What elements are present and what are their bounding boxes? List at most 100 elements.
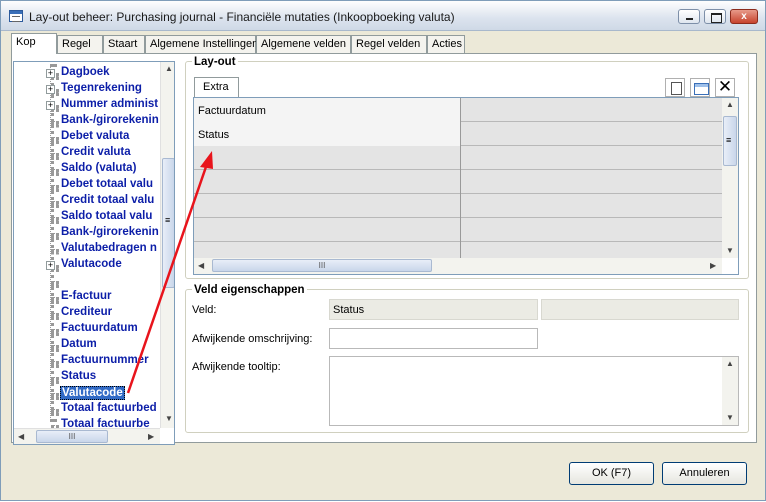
tree-item-label: Valutacode	[61, 258, 122, 270]
tree-line	[51, 233, 59, 237]
grip-icon: ≡	[165, 215, 171, 225]
scroll-down-icon[interactable]: ▼	[165, 414, 173, 423]
expand-icon[interactable]: +	[46, 69, 55, 78]
tree-item[interactable]: E-factuur	[14, 289, 160, 305]
tree-item-label: Nummer administ	[61, 98, 159, 110]
edit-layout-button[interactable]	[690, 78, 710, 97]
tree-line	[51, 121, 59, 125]
maximize-button[interactable]	[704, 9, 726, 24]
new-row-button[interactable]	[665, 78, 685, 97]
ok-button[interactable]: OK (F7)	[569, 462, 654, 485]
close-icon: x	[741, 11, 747, 22]
scroll-down-icon[interactable]: ▼	[726, 413, 734, 422]
tree-horizontal-scroll-thumb[interactable]: III	[36, 430, 108, 443]
tree-item[interactable]: + Dagboek	[14, 65, 160, 81]
grid-horizontal-scroll-thumb[interactable]: III	[212, 259, 432, 272]
tree-item[interactable]: Saldo (valuta)	[14, 161, 160, 177]
tree-item-label: E-factuur	[61, 290, 112, 302]
tab-extra[interactable]: Extra	[194, 77, 239, 97]
tree-line	[51, 153, 59, 157]
tab-regel[interactable]: Regel	[57, 35, 103, 53]
veld-label: Veld:	[192, 304, 217, 316]
grid-horizontal-scrollbar[interactable]: ◀ III ▶	[194, 258, 722, 274]
omschrijving-input[interactable]	[329, 328, 538, 349]
tree-item[interactable]: + Nummer administ	[14, 97, 160, 113]
minimize-button[interactable]	[678, 9, 700, 24]
tree-item[interactable]: Debet valuta	[14, 129, 160, 145]
grid-row[interactable]	[194, 194, 722, 218]
tree-item[interactable]: Valutacode	[14, 385, 160, 401]
field-tree[interactable]: + Dagboek + Tegenrekening + Nummer administ Ba…	[13, 61, 175, 445]
tree-item[interactable]: + Tegenrekening	[14, 81, 160, 97]
tab-staart[interactable]: Staart	[103, 35, 145, 53]
tree-line	[51, 329, 59, 333]
expand-icon[interactable]: +	[46, 101, 55, 110]
tab-algemene-velden[interactable]: Algemene velden	[256, 35, 351, 53]
tab-acties[interactable]: Acties	[427, 35, 465, 53]
tree-item-label: Factuurdatum	[61, 322, 138, 334]
scroll-up-icon[interactable]: ▲	[726, 100, 734, 109]
tree-item[interactable]: Datum	[14, 337, 160, 353]
grid-row[interactable]	[194, 218, 722, 242]
tree-line	[51, 361, 59, 365]
delete-row-button[interactable]: ✕	[715, 78, 735, 97]
grid-cell	[194, 146, 461, 170]
tree-item[interactable]: + Valutacode	[14, 257, 160, 273]
tree-item[interactable]: Bank-/girorekenin	[14, 225, 160, 241]
grid-row[interactable]	[194, 170, 722, 194]
scroll-right-icon[interactable]: ▶	[710, 261, 716, 270]
tree-line	[51, 217, 59, 221]
grid-row[interactable]: Factuurdatum	[194, 98, 722, 122]
scroll-up-icon[interactable]: ▲	[726, 359, 734, 368]
tree-line	[51, 185, 59, 189]
tree-item[interactable]: Totaal factuurbed	[14, 401, 160, 417]
tree-item[interactable]: Valutabedragen n	[14, 241, 160, 257]
tree-line	[51, 249, 59, 253]
tree-item[interactable]: Factuurdatum	[14, 321, 160, 337]
tree-item-label: Totaal factuurbed	[61, 402, 157, 414]
tree-item[interactable]: Credit totaal valu	[14, 193, 160, 209]
tab-kop[interactable]: Kop	[11, 33, 57, 54]
tree-item[interactable]: Status	[14, 369, 160, 385]
tree-item[interactable]: Bank-/girorekenin	[14, 113, 160, 129]
scroll-right-icon[interactable]: ▶	[148, 432, 154, 441]
tooltip-scrollbar[interactable]: ▲ ▼	[722, 357, 738, 425]
window-icon	[9, 10, 23, 22]
tree-vertical-scrollbar[interactable]: ▲ ≡ ▼	[160, 62, 174, 428]
tree-item-label: Credit totaal valu	[61, 194, 155, 206]
grid-row[interactable]: Status	[194, 122, 722, 146]
tree-horizontal-scrollbar[interactable]: ◀ III ▶	[14, 428, 160, 444]
scroll-down-icon[interactable]: ▼	[726, 246, 734, 255]
close-button[interactable]: x	[730, 9, 758, 24]
tooltip-textarea[interactable]	[329, 356, 739, 426]
scroll-left-icon[interactable]: ◀	[198, 261, 204, 270]
tab-algemene-instellingen[interactable]: Algemene Instellingen	[145, 35, 258, 53]
tree-item[interactable]: Crediteur	[14, 305, 160, 321]
tree-item[interactable]: Factuurnummer	[14, 353, 160, 369]
tree-item-label: Credit valuta	[61, 146, 131, 158]
grid-vertical-scrollbar[interactable]: ▲ ≡ ▼	[722, 98, 738, 258]
grid-cell	[194, 170, 461, 194]
tab-regel-velden[interactable]: Regel velden	[351, 35, 427, 53]
tree-item[interactable]: Credit valuta	[14, 145, 160, 161]
tree-item-label: Datum	[61, 338, 97, 350]
scroll-up-icon[interactable]: ▲	[165, 64, 173, 73]
cancel-button[interactable]: Annuleren	[662, 462, 747, 485]
tree-item[interactable]: Saldo totaal valu	[14, 209, 160, 225]
layout-grid[interactable]: Factuurdatum Status ▲ ≡ ▼ ◀ III ▶	[193, 97, 739, 275]
title-bar[interactable]: Lay-out beheer: Purchasing journal - Fin…	[1, 1, 765, 31]
grid-row[interactable]	[194, 146, 722, 170]
tree-item[interactable]: Debet totaal valu	[14, 177, 160, 193]
expand-icon[interactable]: +	[46, 261, 55, 270]
grid-vertical-scroll-thumb[interactable]: ≡	[723, 116, 737, 166]
tree-item[interactable]	[14, 273, 160, 289]
expand-icon[interactable]: +	[46, 85, 55, 94]
tree-line	[51, 409, 59, 413]
grid-cell: Status	[194, 122, 461, 146]
grid-cell: Factuurdatum	[194, 98, 461, 122]
tree-vertical-scroll-thumb[interactable]: ≡	[162, 158, 174, 288]
tree-item-label: Factuurnummer	[61, 354, 149, 366]
grid-cell	[194, 218, 461, 242]
scroll-left-icon[interactable]: ◀	[18, 432, 24, 441]
layout-group-title: Lay-out	[192, 56, 238, 68]
